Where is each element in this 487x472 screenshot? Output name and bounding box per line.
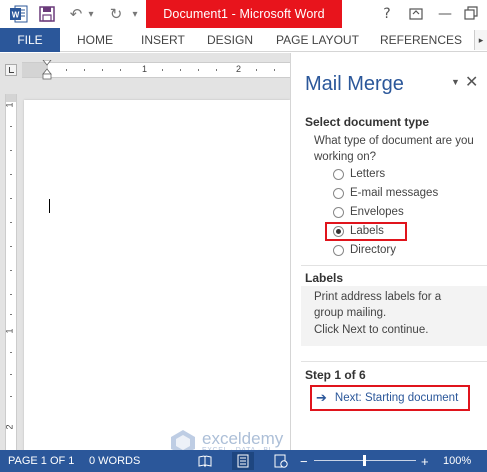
tab-references[interactable]: REFERENCES bbox=[380, 28, 462, 52]
continue-instruction: Click Next to continue. bbox=[314, 324, 429, 336]
pane-close-icon[interactable]: ✕ bbox=[465, 72, 478, 91]
next-starting-document-link[interactable]: ➔ Next: Starting document bbox=[316, 390, 458, 406]
ruler-tick bbox=[10, 294, 12, 295]
select-type-heading: Select document type bbox=[305, 115, 430, 129]
ruler-tick bbox=[102, 69, 103, 71]
title-bar: W ↶ ▾ ↻ ▾ Document1 - Microsoft Word ? — bbox=[0, 0, 487, 28]
ruler-tick bbox=[180, 69, 181, 71]
undo-dropdown-icon[interactable]: ▾ bbox=[86, 5, 96, 23]
option-letters[interactable]: Letters bbox=[333, 166, 385, 182]
option-email-messages[interactable]: E-mail messages bbox=[333, 185, 438, 201]
tab-home[interactable]: HOME bbox=[77, 28, 113, 52]
vertical-ruler[interactable]: 1 1 2 bbox=[5, 94, 17, 450]
status-bar: PAGE 1 OF 1 0 WORDS − + 100% bbox=[0, 450, 487, 472]
redo-icon[interactable]: ↻ bbox=[108, 5, 124, 23]
ruler-tick bbox=[10, 314, 12, 315]
labels-description: Print address labels for a group mailing… bbox=[314, 291, 442, 319]
ruler-number: 2 bbox=[236, 64, 242, 74]
tab-selector-icon[interactable] bbox=[5, 64, 17, 76]
ruler-number: 2 bbox=[4, 424, 15, 430]
radio-icon[interactable] bbox=[333, 244, 344, 256]
ruler-tick bbox=[10, 270, 12, 271]
ruler-tick bbox=[10, 150, 12, 151]
zoom-in-button[interactable]: + bbox=[421, 450, 429, 472]
undo-icon[interactable]: ↶ bbox=[68, 5, 84, 23]
ruler-tick bbox=[10, 126, 12, 127]
word-app-icon[interactable]: W bbox=[10, 5, 28, 23]
ruler-tick bbox=[198, 69, 199, 71]
page-count[interactable]: PAGE 1 OF 1 bbox=[8, 450, 74, 472]
option-directory[interactable]: Directory bbox=[333, 242, 396, 258]
word-count[interactable]: 0 WORDS bbox=[89, 450, 140, 472]
select-type-question: What type of document are you working on… bbox=[314, 135, 474, 163]
horizontal-ruler[interactable]: 1 2 bbox=[22, 60, 290, 80]
ruler-number: 1 bbox=[4, 102, 15, 108]
print-layout-icon[interactable] bbox=[236, 454, 250, 468]
pane-title: Mail Merge bbox=[305, 73, 404, 95]
pane-options-icon[interactable]: ▼ bbox=[451, 77, 460, 87]
customize-toolbar-icon[interactable]: ▾ bbox=[130, 5, 140, 23]
save-icon[interactable] bbox=[38, 5, 56, 23]
ruler-number: 1 bbox=[142, 64, 148, 74]
ruler-tick bbox=[10, 396, 12, 397]
ruler-tick bbox=[274, 69, 275, 71]
ruler-tick bbox=[10, 352, 12, 353]
tab-file[interactable]: FILE bbox=[0, 28, 60, 52]
next-link-label: Next: Starting document bbox=[334, 392, 459, 404]
document-workspace: 1 2 1 1 2 bbox=[0, 53, 290, 450]
ruler-number: 1 bbox=[4, 328, 15, 334]
option-label: Envelopes bbox=[350, 206, 404, 218]
option-label: Letters bbox=[350, 168, 386, 180]
ruler-tick bbox=[162, 69, 163, 71]
tab-page-layout[interactable]: PAGE LAYOUT bbox=[276, 28, 359, 52]
watermark-name: exceldemy bbox=[202, 428, 284, 448]
ruler-tick bbox=[120, 69, 121, 71]
tab-insert[interactable]: INSERT bbox=[141, 28, 185, 52]
radio-icon[interactable] bbox=[333, 206, 344, 218]
ruler-tick bbox=[10, 174, 12, 175]
option-envelopes[interactable]: Envelopes bbox=[333, 204, 404, 220]
labels-highlight-box bbox=[325, 222, 407, 241]
labels-heading: Labels bbox=[305, 271, 344, 285]
web-layout-icon[interactable] bbox=[274, 454, 288, 468]
ruler-tick bbox=[216, 69, 217, 71]
svg-text:W: W bbox=[12, 11, 20, 20]
zoom-slider-thumb[interactable] bbox=[363, 455, 366, 466]
ruler-tick bbox=[256, 69, 257, 71]
help-button[interactable]: ? bbox=[378, 5, 396, 23]
arrow-right-icon: ➔ bbox=[316, 390, 327, 406]
tab-design[interactable]: DESIGN bbox=[207, 28, 253, 52]
section-divider bbox=[301, 361, 487, 362]
ruler-tick bbox=[10, 198, 12, 199]
step-indicator: Step 1 of 6 bbox=[305, 368, 366, 382]
ruler-tick bbox=[10, 222, 12, 223]
option-label: E-mail messages bbox=[350, 187, 439, 199]
radio-icon[interactable] bbox=[333, 187, 344, 199]
ribbon-tabs: FILE HOME INSERT DESIGN PAGE LAYOUT REFE… bbox=[0, 28, 487, 52]
ruler-tick bbox=[66, 69, 67, 71]
text-cursor bbox=[49, 199, 50, 213]
ruler-tick bbox=[84, 69, 85, 71]
mail-merge-pane: Mail Merge ▼ ✕ Select document type What… bbox=[290, 53, 487, 450]
minimize-button[interactable]: — bbox=[436, 5, 454, 23]
ruler-tick bbox=[10, 374, 12, 375]
ribbon-display-options-icon[interactable] bbox=[407, 5, 425, 23]
indent-marker-icon[interactable] bbox=[42, 60, 52, 80]
option-label: Directory bbox=[350, 244, 397, 256]
read-mode-icon[interactable] bbox=[198, 454, 212, 468]
window-title: Document1 - Microsoft Word bbox=[146, 0, 342, 28]
ruler-top-margin bbox=[6, 94, 16, 102]
zoom-level[interactable]: 100% bbox=[443, 450, 471, 472]
section-divider bbox=[301, 265, 487, 266]
more-tabs-icon[interactable]: ▸ bbox=[474, 30, 487, 50]
document-page[interactable] bbox=[24, 100, 290, 450]
radio-icon[interactable] bbox=[333, 168, 344, 180]
ruler-tick bbox=[10, 246, 12, 247]
zoom-out-button[interactable]: − bbox=[300, 450, 308, 472]
restore-button[interactable] bbox=[462, 5, 480, 23]
